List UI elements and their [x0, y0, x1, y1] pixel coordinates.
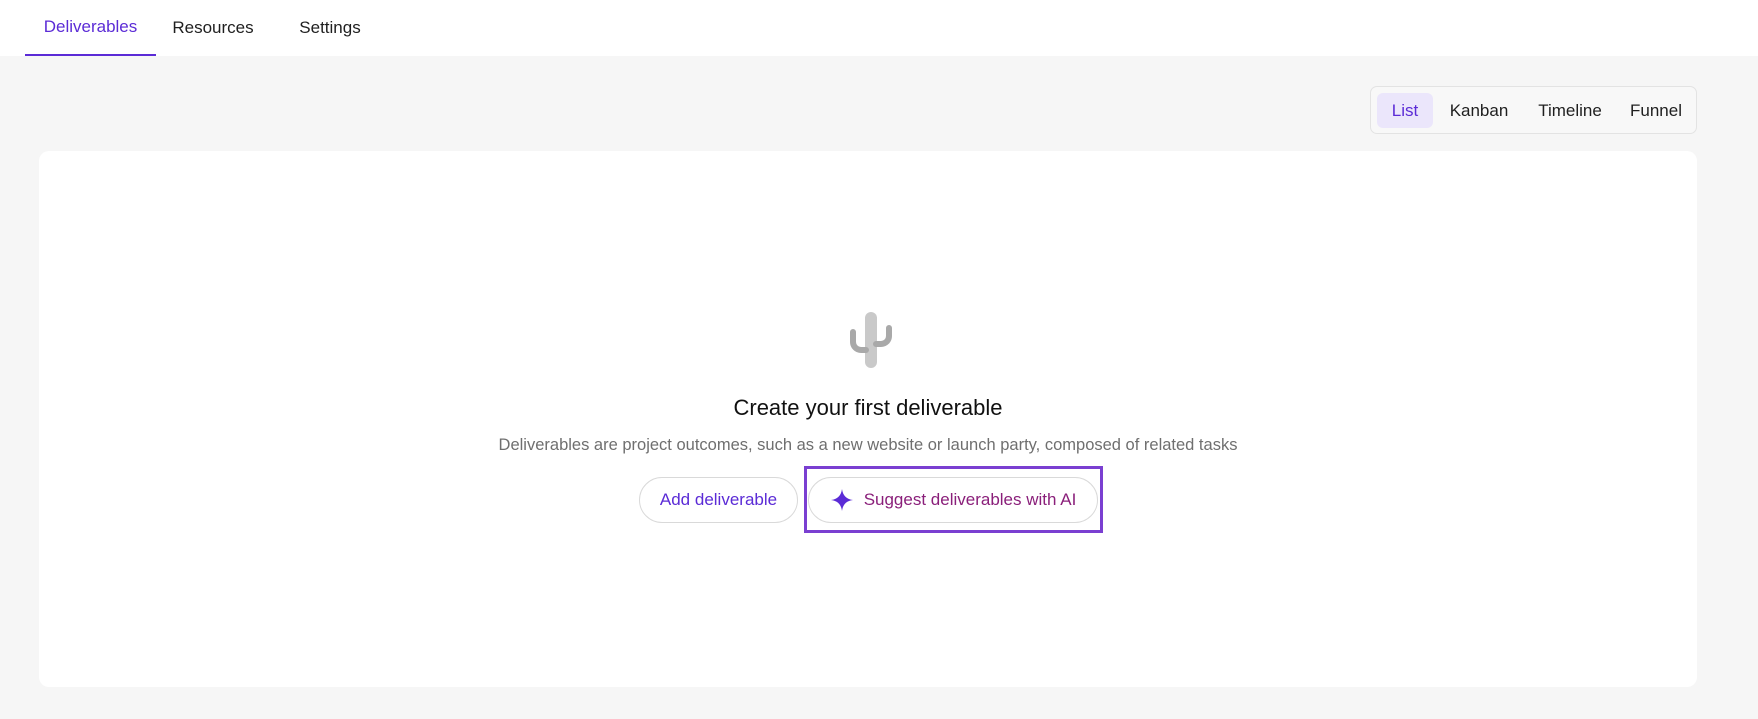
cactus-icon: [850, 312, 892, 368]
tab-resources[interactable]: Resources: [160, 0, 266, 56]
view-funnel-button[interactable]: Funnel: [1621, 93, 1691, 128]
tab-deliverables[interactable]: Deliverables: [25, 0, 156, 56]
add-deliverable-button[interactable]: Add deliverable: [639, 477, 798, 523]
empty-state-title: Create your first deliverable: [733, 395, 1003, 420]
top-tab-bar: Deliverables Resources Settings: [0, 0, 1758, 56]
sparkle-icon: [830, 489, 853, 511]
tab-settings[interactable]: Settings: [280, 0, 380, 56]
view-kanban-button[interactable]: Kanban: [1439, 93, 1519, 128]
view-switcher: List Kanban Timeline Funnel: [1370, 86, 1697, 134]
empty-state-description: Deliverables are project outcomes, such …: [498, 436, 1238, 454]
ai-button-label: Suggest deliverables with AI: [863, 490, 1077, 509]
view-timeline-button[interactable]: Timeline: [1527, 93, 1613, 128]
empty-state-card: Create your first deliverable Deliverabl…: [39, 151, 1697, 687]
view-list-button[interactable]: List: [1377, 93, 1433, 128]
suggest-deliverables-ai-button[interactable]: Suggest deliverables with AI: [808, 477, 1098, 523]
